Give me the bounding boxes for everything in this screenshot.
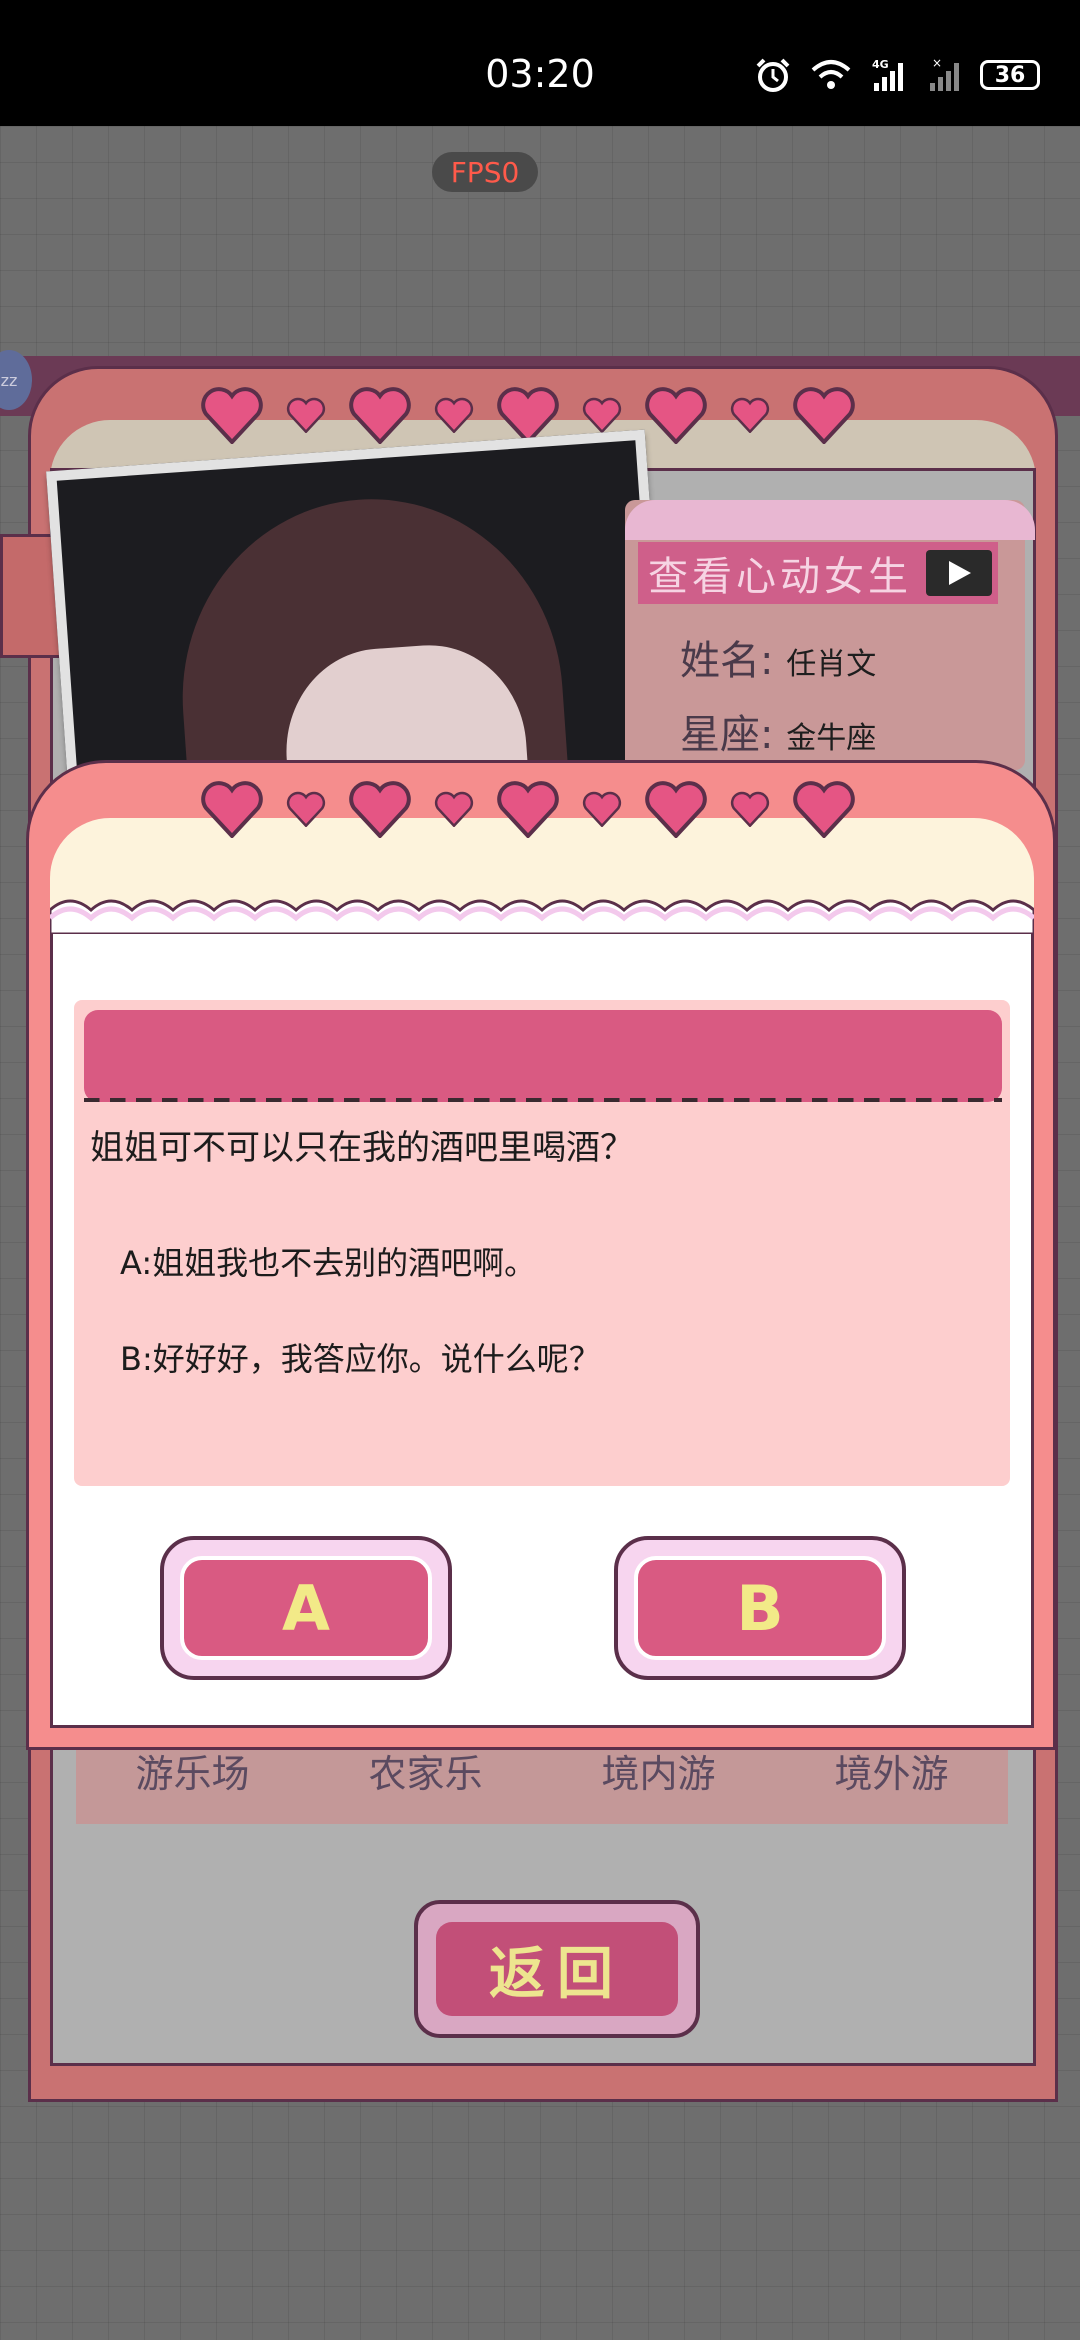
signal-icon: × bbox=[930, 57, 959, 91]
profile-info-scallop bbox=[625, 500, 1035, 540]
name-label: 姓名 bbox=[680, 638, 760, 684]
question-text: 姐姐可不可以只在我的酒吧里喝酒？ bbox=[90, 1128, 634, 1168]
heart-icon bbox=[434, 791, 474, 827]
heart-icon bbox=[286, 791, 326, 827]
heart-icon bbox=[349, 781, 411, 838]
view-heartthrob-button[interactable]: 查看心动女生 bbox=[638, 542, 998, 604]
dialog-hearts-row bbox=[200, 780, 856, 838]
status-icons: 4G × 36 bbox=[754, 56, 1040, 94]
dashed-divider bbox=[84, 1098, 1002, 1104]
heart-icon bbox=[582, 791, 622, 827]
return-button[interactable]: 返回 bbox=[414, 1900, 700, 2038]
svg-text:4G: 4G bbox=[872, 58, 889, 71]
option-b-text: B:好好好，我答应你。说什么呢？ bbox=[120, 1340, 601, 1378]
zodiac-row: 星座: 金牛座 bbox=[680, 712, 877, 758]
alarm-icon bbox=[756, 58, 790, 92]
battery-level: 36 bbox=[994, 62, 1026, 88]
answer-b-button[interactable]: B bbox=[614, 1536, 906, 1680]
heart-icon bbox=[434, 397, 474, 433]
play-video-icon[interactable] bbox=[926, 550, 992, 596]
heart-icon bbox=[645, 387, 707, 444]
answer-b-label: B bbox=[634, 1556, 886, 1660]
heart-icon bbox=[793, 387, 855, 444]
menu-item-domestic-travel[interactable]: 境内游 bbox=[601, 1743, 715, 1798]
heart-icon bbox=[201, 781, 263, 838]
zodiac-value: 金牛座 bbox=[786, 721, 877, 756]
menu-item-amusement-park[interactable]: 游乐场 bbox=[135, 1743, 249, 1798]
name-value: 任肖文 bbox=[786, 647, 877, 682]
heart-icon bbox=[730, 397, 770, 433]
heart-icon bbox=[582, 397, 622, 433]
signal-4g-icon: 4G bbox=[872, 58, 903, 91]
option-a-text: A:姐姐我也不去别的酒吧啊。 bbox=[120, 1244, 537, 1282]
view-heartthrob-label: 查看心动女生 bbox=[648, 554, 912, 600]
top-hearts-row bbox=[200, 386, 856, 444]
fps-counter: FPS0 bbox=[432, 152, 538, 192]
heart-icon bbox=[730, 791, 770, 827]
wifi-icon bbox=[811, 60, 851, 89]
heart-icon bbox=[286, 397, 326, 433]
status-bar: 03:20 4G × 36 bbox=[0, 0, 1080, 126]
heart-icon bbox=[201, 387, 263, 444]
name-row: 姓名: 任肖文 bbox=[680, 638, 877, 684]
heart-icon bbox=[645, 781, 707, 838]
question-title-bar bbox=[84, 1010, 1002, 1102]
heart-icon bbox=[793, 781, 855, 838]
heart-icon bbox=[349, 387, 411, 444]
answer-a-button[interactable]: A bbox=[160, 1536, 452, 1680]
heart-icon bbox=[497, 781, 559, 838]
answer-a-label: A bbox=[180, 1556, 432, 1660]
svg-text:×: × bbox=[932, 57, 942, 70]
battery-icon: 36 bbox=[980, 60, 1040, 90]
menu-item-overseas-travel[interactable]: 境外游 bbox=[834, 1743, 948, 1798]
menu-item-farmhouse[interactable]: 农家乐 bbox=[368, 1743, 482, 1798]
scallop-border bbox=[50, 899, 1034, 934]
zodiac-label: 星座 bbox=[680, 712, 760, 758]
return-button-label: 返回 bbox=[436, 1922, 678, 2016]
